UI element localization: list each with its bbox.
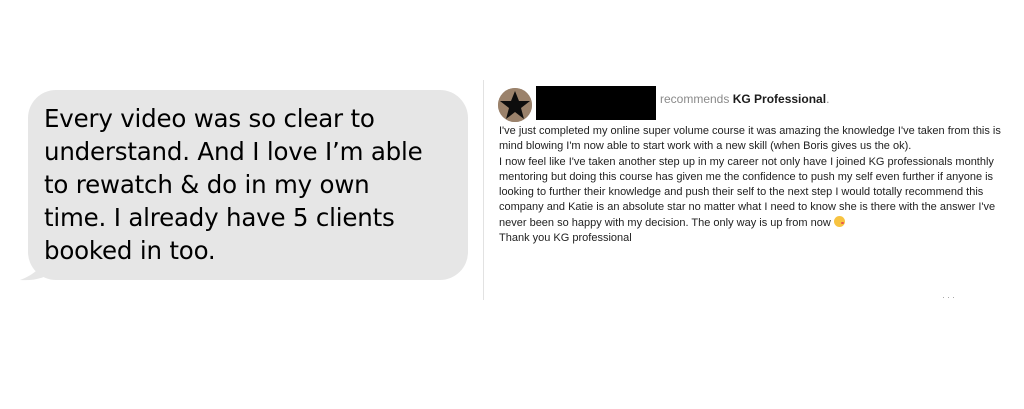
company-link[interactable]: KG Professional (733, 92, 826, 106)
review-paragraph: I now feel like I've taken another step … (499, 155, 1014, 231)
kissing-face-emoji-icon (833, 215, 845, 227)
review-signoff: Thank you KG professional (499, 232, 632, 245)
recommendation-card: recommends KG Professional. I've just co… (483, 80, 1024, 302)
review-paragraph-text: I now feel like I've taken another step … (499, 155, 996, 229)
review-paragraph: I've just completed my online super volu… (499, 125, 1001, 153)
recommends-line: recommends KG Professional. (660, 92, 829, 106)
message-bubble: Every video was so clear to understand. … (18, 90, 470, 282)
message-text: Every video was so clear to understand. … (44, 104, 423, 265)
redacted-name (536, 86, 656, 120)
recommends-label: recommends (660, 92, 730, 106)
more-indicator: ··· (942, 292, 957, 302)
recommends-period: . (826, 92, 830, 106)
review-text: I've just completed my online super volu… (499, 124, 1014, 246)
avatar[interactable] (498, 88, 532, 122)
star-avatar-icon (498, 88, 532, 122)
